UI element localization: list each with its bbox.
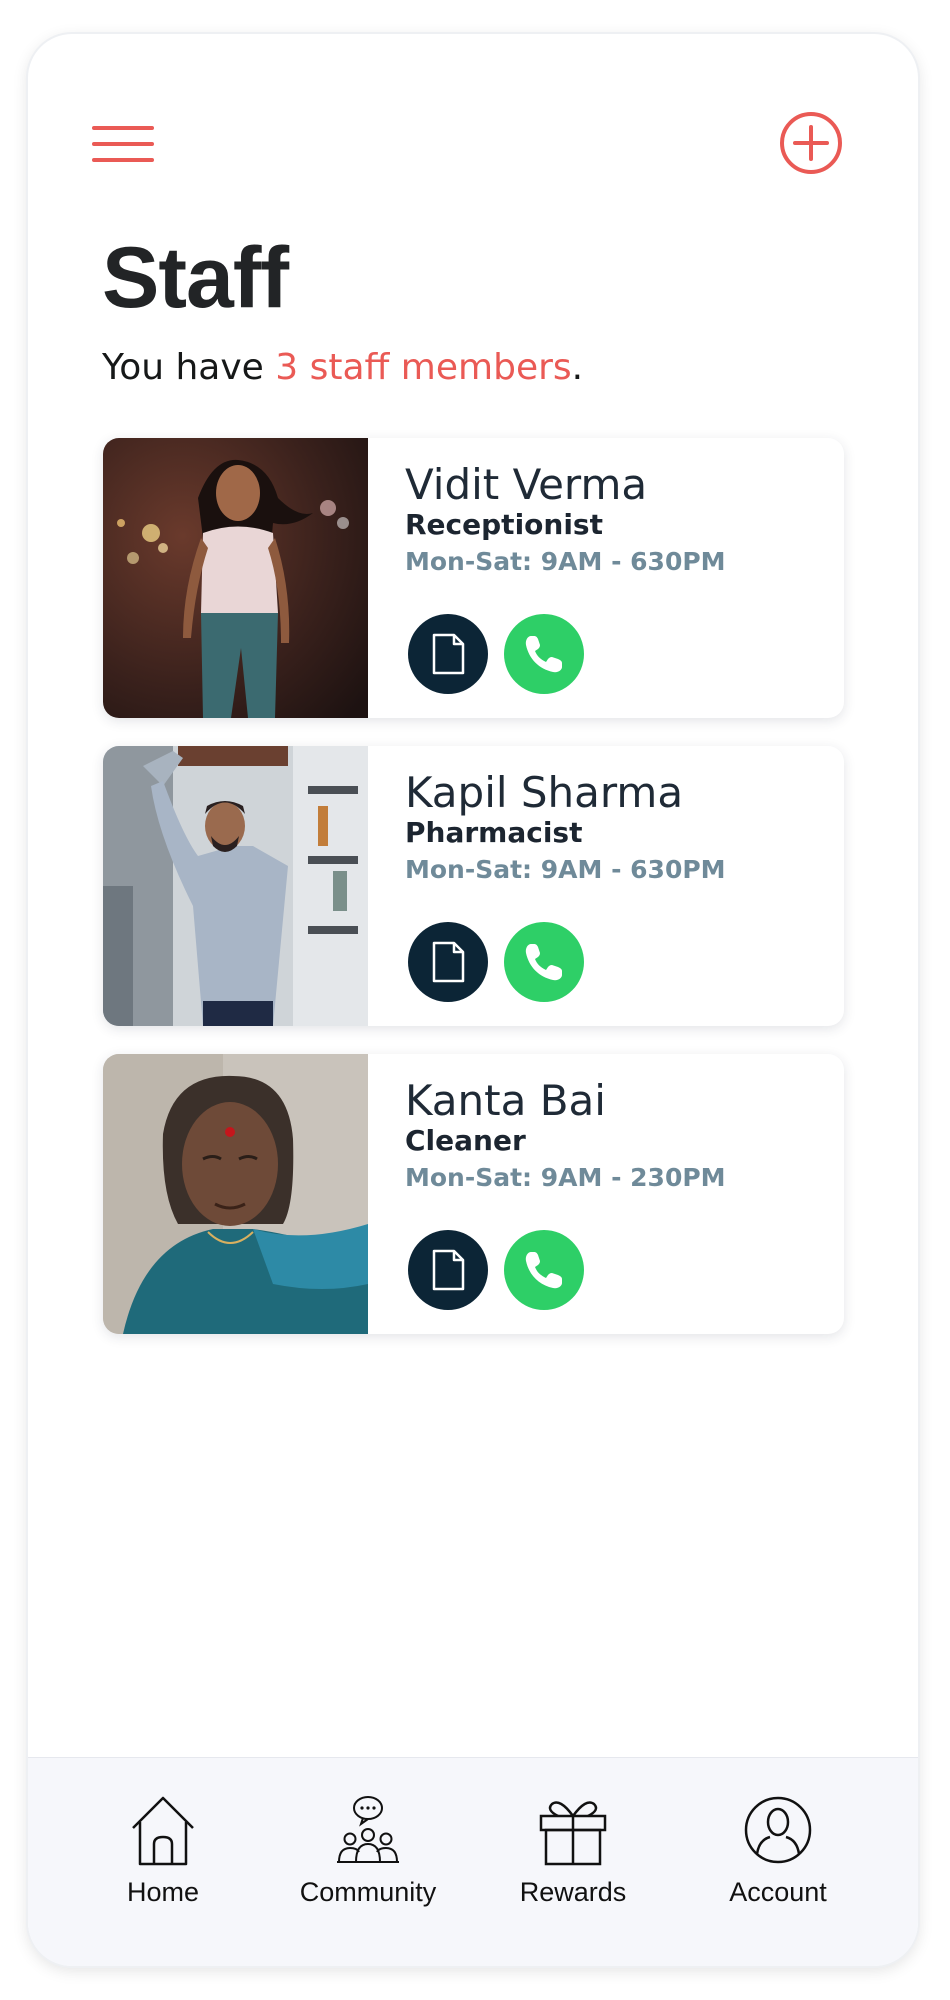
staff-card[interactable]: Kapil Sharma Pharmacist Mon-Sat: 9AM - 6… xyxy=(103,746,844,1026)
phone-icon xyxy=(525,1252,562,1289)
tab-rewards[interactable]: Rewards xyxy=(478,1794,668,1924)
staff-photo xyxy=(103,1054,368,1334)
gift-icon xyxy=(539,1801,607,1866)
tab-account[interactable]: Account xyxy=(683,1794,873,1924)
staff-hours: Mon-Sat: 9AM - 630PM xyxy=(405,547,726,576)
staff-role: Receptionist xyxy=(405,508,603,541)
staff-role: Pharmacist xyxy=(405,816,583,849)
phone-icon xyxy=(525,944,562,981)
menu-icon-bar xyxy=(92,126,154,130)
staff-photo xyxy=(103,746,368,1026)
tab-label: Community xyxy=(299,1877,437,1907)
account-icon xyxy=(744,1796,812,1864)
subtitle-suffix: . xyxy=(571,347,584,388)
staff-hours: Mon-Sat: 9AM - 630PM xyxy=(405,855,726,884)
tab-label: Account xyxy=(729,1877,827,1907)
phone-screen: Staff You have 3 staff members. Vidit Ve… xyxy=(28,34,918,1966)
staff-name: Kanta Bai xyxy=(405,1076,606,1125)
menu-icon-bar xyxy=(92,158,154,162)
home-icon xyxy=(132,1796,194,1866)
call-button[interactable] xyxy=(504,1230,584,1310)
document-icon xyxy=(432,941,465,983)
document-button[interactable] xyxy=(408,922,488,1002)
staff-hours: Mon-Sat: 9AM - 230PM xyxy=(405,1163,726,1192)
call-button[interactable] xyxy=(504,614,584,694)
document-button[interactable] xyxy=(408,1230,488,1310)
tab-community[interactable]: Community xyxy=(273,1794,463,1924)
tab-label: Home xyxy=(126,1877,200,1907)
document-button[interactable] xyxy=(408,614,488,694)
document-icon xyxy=(432,633,465,675)
bottom-tab-bar: Home Community Rewards Account xyxy=(28,1757,918,1966)
subtitle-prefix: You have xyxy=(102,347,276,388)
plus-circle-icon xyxy=(780,112,842,174)
call-button[interactable] xyxy=(504,922,584,1002)
staff-card[interactable]: Kanta Bai Cleaner Mon-Sat: 9AM - 230PM xyxy=(103,1054,844,1334)
add-staff-button[interactable] xyxy=(778,110,844,176)
staff-count-link[interactable]: 3 staff members xyxy=(275,347,571,388)
staff-role: Cleaner xyxy=(405,1124,526,1157)
tab-label: Rewards xyxy=(519,1877,627,1907)
staff-photo xyxy=(103,438,368,718)
staff-card[interactable]: Vidit Verma Receptionist Mon-Sat: 9AM - … xyxy=(103,438,844,718)
menu-icon-bar xyxy=(92,142,154,146)
community-icon xyxy=(337,1796,399,1863)
page-title: Staff xyxy=(102,230,289,326)
staff-count-text: You have 3 staff members. xyxy=(102,346,583,390)
staff-name: Kapil Sharma xyxy=(405,768,684,817)
staff-name: Vidit Verma xyxy=(405,460,648,509)
tab-home[interactable]: Home xyxy=(68,1794,258,1924)
menu-button[interactable] xyxy=(92,118,156,166)
document-icon xyxy=(432,1249,465,1291)
phone-icon xyxy=(525,636,562,673)
